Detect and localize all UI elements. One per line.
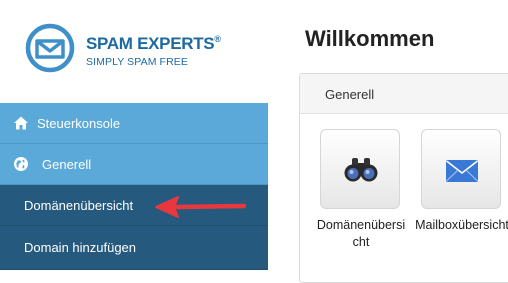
- sidebar-item-label: Domain hinzufügen: [24, 240, 137, 255]
- envelope-icon: [446, 160, 478, 182]
- tile-label[interactable]: Domänenübersicht: [314, 217, 408, 251]
- red-arrow-annotation-icon: [155, 196, 246, 218]
- panel-title: Generell: [325, 87, 375, 102]
- tile-label[interactable]: Mailboxübersicht: [415, 217, 508, 234]
- page-title: Willkommen: [305, 26, 435, 51]
- registered-mark: ®: [214, 34, 221, 44]
- tile-button[interactable]: [320, 129, 400, 209]
- sidebar-item-steuerkonsole[interactable]: Steuerkonsole: [0, 103, 268, 144]
- sidebar-item-label: Domänenübersicht: [24, 198, 134, 213]
- panel-header: Generell: [300, 74, 508, 114]
- brand-tagline: SIMPLY SPAM FREE: [86, 56, 188, 68]
- sidebar-item-label: Steuerkonsole: [37, 116, 121, 131]
- globe-icon: [14, 157, 28, 171]
- home-icon: [14, 116, 28, 130]
- brand-logo[interactable]: SPAM EXPERTS® SIMPLY SPAM FREE: [24, 20, 264, 86]
- sidebar-item-label: Generell: [42, 157, 92, 172]
- sidebar-item-domain-hinzufuegen[interactable]: Domain hinzufügen: [0, 226, 268, 270]
- brand-title: SPAM EXPERTS®: [86, 34, 221, 53]
- binoculars-icon: [344, 158, 378, 182]
- tile-button[interactable]: [421, 129, 501, 209]
- sidebar-item-generell[interactable]: Generell: [0, 144, 268, 185]
- envelope-logo-icon: [25, 23, 75, 73]
- sidebar-nav: Steuerkonsole Generell Domänenübersicht …: [0, 103, 268, 270]
